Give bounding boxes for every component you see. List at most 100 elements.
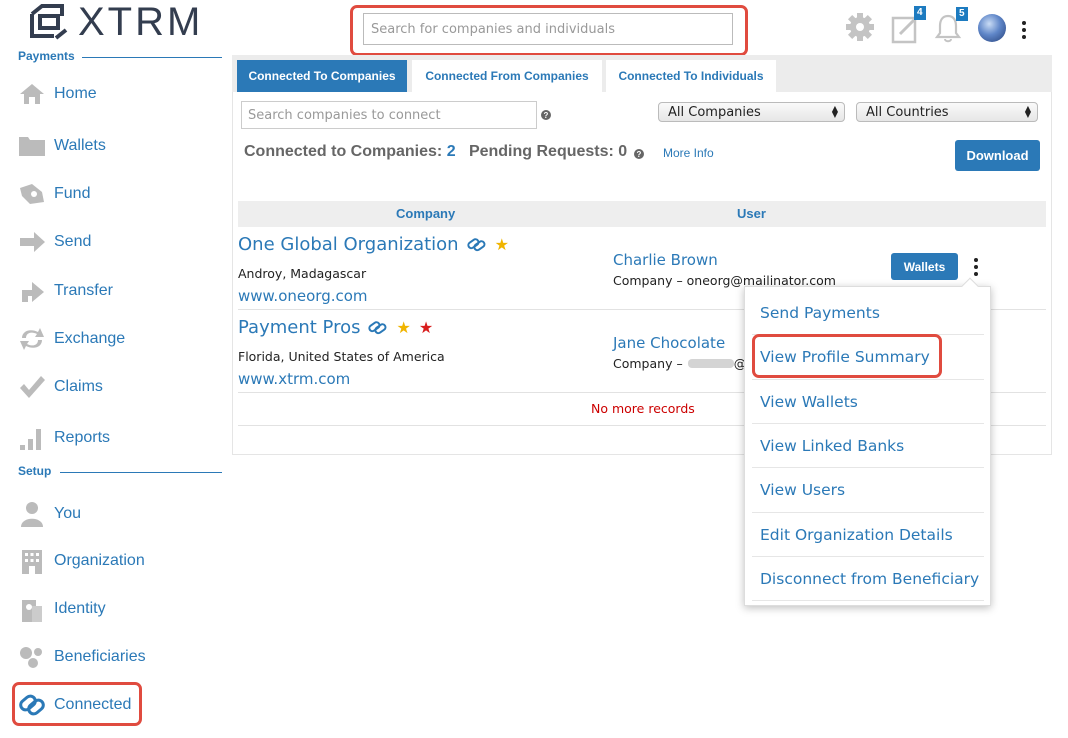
logo-text: XTRM (78, 0, 204, 44)
help-icon[interactable]: ? (634, 149, 644, 159)
connected-label: Connected to Companies: (244, 143, 443, 160)
sidebar-item-label: Home (54, 85, 97, 102)
no-more-records: No more records (591, 401, 695, 416)
blurred-email (687, 359, 734, 368)
xtrm-logo-mark (30, 4, 68, 40)
transfer-arrow-icon (18, 277, 46, 305)
sidebar-item-label: Wallets (54, 137, 106, 154)
menu-item-view-linked-banks[interactable]: View Linked Banks (760, 437, 904, 455)
sidebar-item-label: Exchange (54, 330, 126, 347)
person-icon (18, 500, 46, 528)
gear-icon[interactable] (845, 12, 875, 42)
menu-item-view-profile-summary[interactable]: View Profile Summary (760, 348, 930, 366)
pending-count: 0 (618, 143, 628, 160)
menu-item-view-wallets[interactable]: View Wallets (760, 393, 858, 411)
menu-item-edit-organization-details[interactable]: Edit Organization Details (760, 526, 953, 544)
notifications-badge: 5 (956, 7, 968, 21)
company-location: Florida, United States of America (238, 349, 445, 364)
sidebar-item-label: Transfer (54, 282, 113, 299)
sidebar-item-fund[interactable]: Fund (18, 177, 228, 211)
country-filter-value: All Countries (866, 104, 949, 120)
notifications-button[interactable]: 5 (932, 7, 968, 44)
sidebar-item-wallets[interactable]: Wallets (18, 129, 228, 163)
sidebar-item-reports[interactable]: Reports (18, 421, 228, 455)
user-column-header: User (737, 206, 766, 221)
connection-summary: Connected to Companies: 2 Pending Reques… (244, 143, 627, 161)
sidebar-item-identity[interactable]: Identity (18, 592, 228, 626)
global-search-input[interactable] (363, 13, 733, 45)
company-website-link[interactable]: www.oneorg.com (238, 287, 368, 305)
gold-star-icon[interactable]: ★ (396, 318, 410, 338)
sidebar-item-label: Fund (54, 185, 91, 202)
company-filter-value: All Companies (668, 104, 761, 120)
identity-icon (18, 595, 46, 623)
notes-badge: 4 (914, 6, 926, 20)
company-search-input[interactable] (241, 101, 537, 129)
red-star-icon[interactable]: ★ (419, 318, 433, 338)
sidebar-item-label: Organization (54, 552, 145, 569)
sidebar-item-send[interactable]: Send (18, 225, 228, 259)
country-filter-select[interactable]: All Countries ▲ ▼ (856, 102, 1038, 122)
tab-connected-to-companies[interactable]: Connected To Companies (237, 60, 407, 92)
wallets-button[interactable]: Wallets (891, 253, 958, 280)
sidebar-item-connected[interactable]: Connected (18, 688, 228, 722)
sidebar-item-label: Claims (54, 378, 103, 395)
sidebar-item-you[interactable]: You (18, 497, 228, 531)
company-website-link[interactable]: www.xtrm.com (238, 370, 350, 388)
table-row: One Global Organization ★ (238, 234, 509, 255)
sidebar-item-organization[interactable]: Organization (18, 544, 228, 578)
tab-connected-from-companies[interactable]: Connected From Companies (412, 60, 602, 92)
menu-item-disconnect-from-beneficiary[interactable]: Disconnect from Beneficiary (760, 570, 979, 588)
setup-section-title: Setup (18, 464, 52, 478)
company-name-link[interactable]: Payment Pros (238, 317, 360, 338)
select-arrows-icon: ▲ ▼ (1024, 104, 1031, 119)
menu-divider (752, 512, 984, 513)
more-info-link[interactable]: More Info (663, 146, 714, 160)
user-name-link[interactable]: Charlie Brown (613, 251, 718, 269)
payments-divider (82, 57, 222, 58)
checkmark-icon (18, 373, 46, 401)
notes-button[interactable]: 4 (890, 6, 926, 44)
pending-label: Pending Requests: (468, 143, 614, 160)
sidebar-item-label: Connected (54, 696, 132, 713)
sidebar-item-exchange[interactable]: Exchange (18, 322, 228, 356)
kebab-icon[interactable] (1021, 21, 1027, 39)
menu-item-view-users[interactable]: View Users (760, 481, 845, 499)
payments-section-title: Payments (18, 49, 75, 63)
connected-count[interactable]: 2 (447, 143, 456, 160)
company-filter-select[interactable]: All Companies ▲ ▼ (658, 102, 845, 122)
link-icon (368, 320, 387, 334)
avatar[interactable] (978, 14, 1006, 42)
company-column-header: Company (396, 206, 456, 221)
menu-divider (752, 467, 984, 468)
company-name-link[interactable]: One Global Organization (238, 234, 459, 255)
sidebar-item-label: Identity (54, 600, 106, 617)
sidebar-item-home[interactable]: Home (18, 77, 228, 111)
sidebar-item-label: Beneficiaries (54, 648, 146, 665)
sidebar-item-transfer[interactable]: Transfer (18, 274, 228, 308)
menu-divider (752, 379, 984, 380)
user-name-link[interactable]: Jane Chocolate (613, 334, 725, 352)
sidebar-item-label: You (54, 505, 81, 522)
sidebar-item-beneficiaries[interactable]: Beneficiaries (18, 640, 228, 674)
menu-divider (752, 600, 984, 601)
download-button[interactable]: Download (955, 140, 1040, 171)
beneficiaries-icon (18, 643, 46, 671)
building-icon (18, 547, 46, 575)
xtrm-logo[interactable]: XTRM (28, 0, 204, 44)
select-arrows-icon: ▲ ▼ (831, 104, 838, 119)
sidebar-item-label: Reports (54, 429, 111, 446)
send-arrow-icon (18, 228, 46, 256)
link-icon (18, 691, 46, 719)
folder-icon (18, 132, 46, 160)
link-icon (466, 237, 486, 251)
menu-item-send-payments[interactable]: Send Payments (760, 304, 880, 322)
tab-connected-to-individuals[interactable]: Connected To Individuals (606, 60, 776, 92)
gold-star-icon[interactable]: ★ (495, 235, 509, 255)
row-actions-kebab-icon[interactable] (973, 258, 979, 276)
sidebar-item-claims[interactable]: Claims (18, 370, 228, 404)
company-location: Androy, Madagascar (238, 266, 367, 281)
help-icon[interactable]: ? (541, 110, 551, 120)
table-header (238, 201, 1046, 227)
bar-chart-icon (18, 424, 46, 452)
